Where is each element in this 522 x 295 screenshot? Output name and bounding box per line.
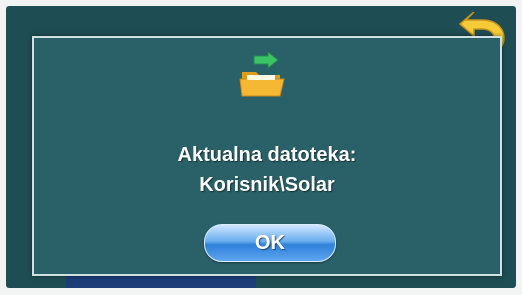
message-line-2: Korisnik\Solar: [199, 174, 335, 196]
folder-with-green-arrow-icon: [239, 52, 285, 97]
ok-button-label: OK: [255, 231, 285, 254]
device-screen: Aktualna datoteka: Korisnik\Solar OK: [6, 6, 516, 288]
info-dialog: Aktualna datoteka: Korisnik\Solar OK: [32, 36, 502, 276]
ok-button[interactable]: OK: [204, 224, 336, 262]
message-line-1: Aktualna datoteka:: [177, 144, 357, 166]
bottom-bar: [66, 274, 256, 288]
